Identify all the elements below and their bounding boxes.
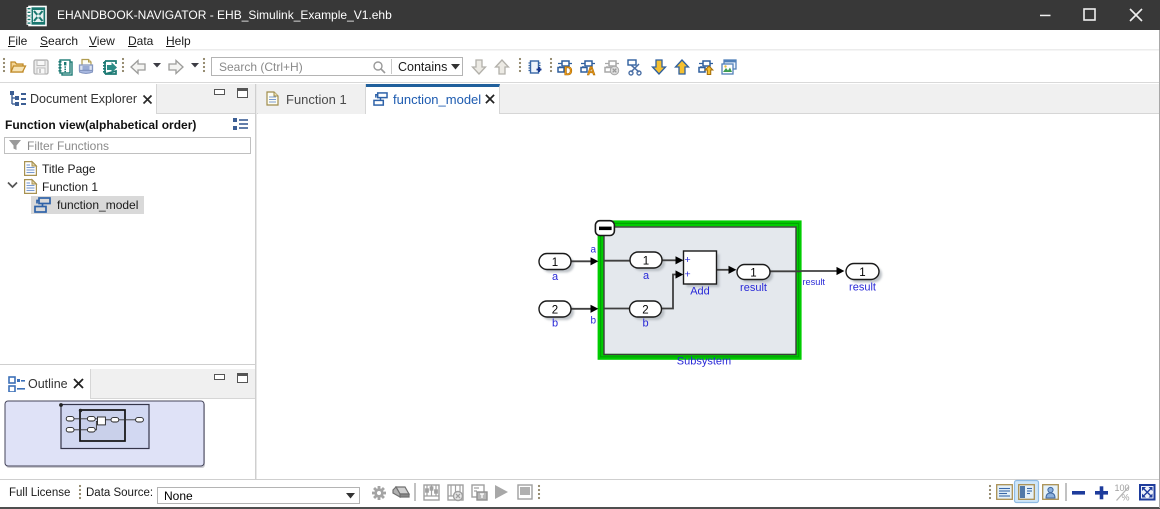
svg-text:+: +: [685, 254, 691, 266]
svg-text:a: a: [590, 244, 596, 255]
svg-text:result: result: [803, 277, 826, 287]
svg-text:b: b: [552, 318, 558, 330]
svg-text:a: a: [643, 270, 650, 282]
svg-text:a: a: [552, 271, 559, 283]
svg-text:result: result: [740, 282, 767, 294]
svg-text:2: 2: [642, 304, 648, 316]
svg-text:Subsystem: Subsystem: [677, 356, 731, 368]
svg-text:b: b: [590, 315, 596, 326]
svg-text:1: 1: [750, 267, 756, 279]
svg-text:2: 2: [552, 304, 558, 316]
svg-text:A: A: [587, 66, 595, 78]
svg-text:b: b: [642, 318, 648, 330]
svg-text:result: result: [849, 281, 876, 293]
svg-text:+: +: [685, 269, 691, 281]
svg-text:1: 1: [552, 257, 558, 269]
svg-text:1: 1: [859, 267, 865, 279]
svg-text:D: D: [564, 66, 572, 78]
svg-text:1: 1: [643, 256, 649, 268]
svg-text:Add: Add: [690, 286, 710, 298]
